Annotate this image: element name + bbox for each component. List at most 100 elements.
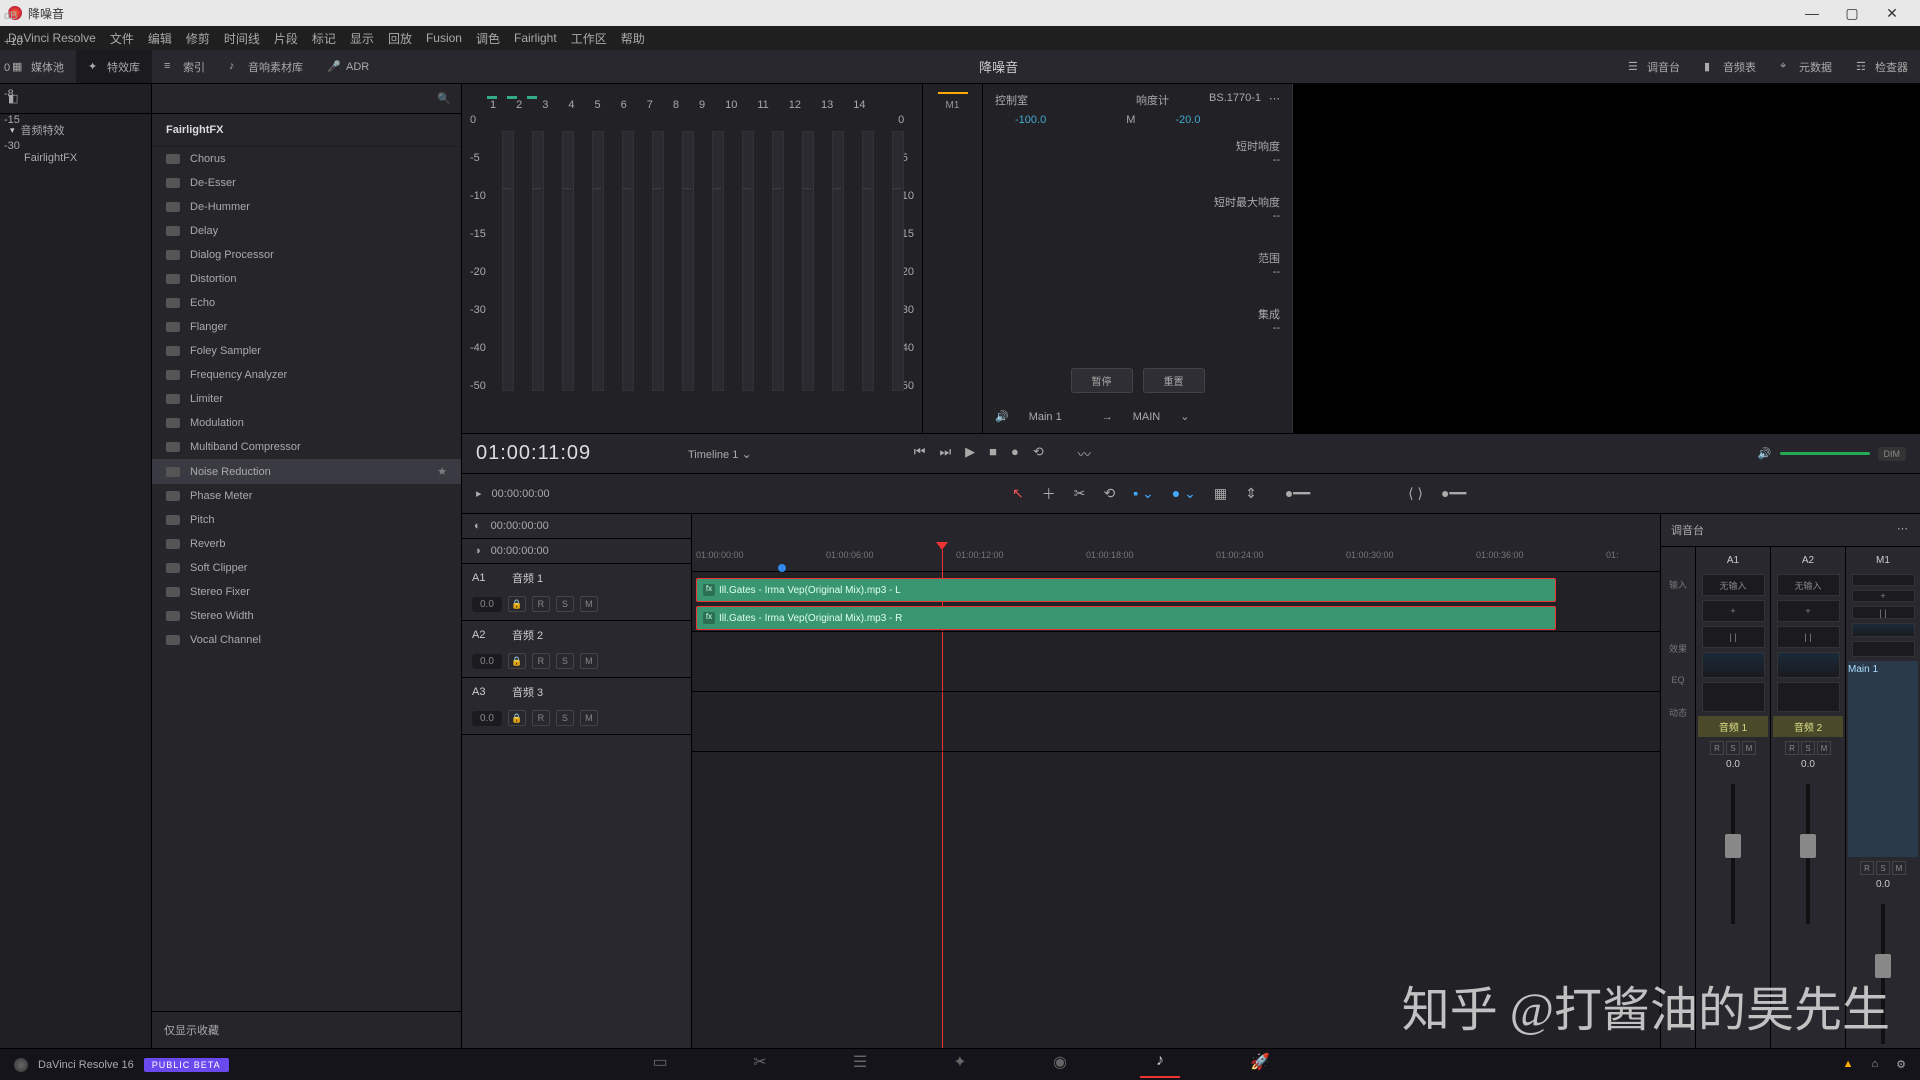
warning-icon[interactable]: ▲	[1843, 1058, 1854, 1071]
fx-item-reverb[interactable]: Reverb	[152, 532, 461, 556]
fader-knob[interactable]	[1725, 834, 1741, 858]
fx-item-chorus[interactable]: Chorus	[152, 147, 461, 171]
minimize-button[interactable]: —	[1792, 5, 1832, 21]
mixer-options-icon[interactable]: ⋯	[1897, 522, 1910, 538]
fast-forward-button[interactable]: ⏭	[939, 444, 951, 463]
menu-fusion[interactable]: Fusion	[426, 31, 462, 45]
fader-knob[interactable]	[1800, 834, 1816, 858]
menu-edit[interactable]: 编辑	[148, 30, 172, 47]
menu-color[interactable]: 调色	[476, 30, 500, 47]
clip-fx-icon[interactable]: fx	[703, 584, 715, 596]
effects-library-button[interactable]: ✦特效库	[76, 50, 152, 83]
effects-search[interactable]: 🔍	[152, 84, 461, 114]
automation-icon[interactable]: 〰	[1078, 444, 1091, 463]
fx-item-foley-sampler[interactable]: Foley Sampler	[152, 339, 461, 363]
close-button[interactable]: ✕	[1872, 5, 1912, 22]
fx-item-dialog-processor[interactable]: Dialog Processor	[152, 243, 461, 267]
metadata-button[interactable]: ⌖元数据	[1768, 59, 1844, 75]
stop-button[interactable]: ■	[989, 444, 997, 463]
fx-item-distortion[interactable]: Distortion	[152, 267, 461, 291]
chevron-down-icon[interactable]: ⌄	[1180, 410, 1189, 423]
monitor-output[interactable]: MAIN	[1133, 411, 1161, 423]
fx-item-modulation[interactable]: Modulation	[152, 411, 461, 435]
speaker-icon[interactable]: 🔊	[995, 410, 1009, 423]
mute-button[interactable]: M	[580, 596, 598, 612]
arm-button[interactable]: R	[532, 710, 550, 726]
add-marker-tool[interactable]: ＋	[1042, 484, 1056, 504]
fx-item-noise-reduction[interactable]: Noise Reduction★	[152, 459, 461, 484]
loop-button[interactable]: ⟲	[1033, 444, 1044, 463]
fx-item-pitch[interactable]: Pitch	[152, 508, 461, 532]
razor-tool[interactable]: ✂	[1074, 485, 1086, 502]
insert-slot2[interactable]: | |	[1777, 626, 1840, 648]
fx-item-echo[interactable]: Echo	[152, 291, 461, 315]
dynamics-slot[interactable]	[1777, 682, 1840, 712]
home-icon[interactable]: ⌂	[1871, 1058, 1878, 1071]
fx-item-de-esser[interactable]: De-Esser	[152, 171, 461, 195]
selection-tool[interactable]: ↖	[1012, 485, 1024, 502]
lock-icon[interactable]: 🔒	[508, 710, 526, 726]
tracks-area[interactable]: 01:00:00:0001:00:06:0001:00:12:0001:00:1…	[692, 514, 1660, 1048]
dynamics-slot[interactable]	[1702, 682, 1765, 712]
page-fusion[interactable]: ✦	[940, 1052, 980, 1078]
menu-clip[interactable]: 片段	[274, 30, 298, 47]
mixer-toggle-button[interactable]: ☰调音台	[1616, 59, 1692, 75]
input-select[interactable]: 无输入	[1777, 574, 1840, 596]
settings-icon[interactable]: ⚙	[1896, 1058, 1906, 1071]
insert-slot[interactable]: +	[1852, 590, 1915, 602]
menu-trim[interactable]: 修剪	[186, 30, 210, 47]
arm-button[interactable]: R	[1785, 741, 1799, 755]
track-lane-A3[interactable]	[692, 692, 1660, 752]
snapping-tool[interactable]: ▦	[1214, 485, 1227, 502]
solo-button[interactable]: S	[1876, 861, 1890, 875]
record-button[interactable]: ●	[1011, 444, 1019, 463]
solo-button[interactable]: S	[1801, 741, 1815, 755]
track-header-A2[interactable]: A2音频 20.0🔒RSM	[462, 621, 691, 678]
inspector-button[interactable]: ☶检查器	[1844, 59, 1920, 75]
track-lane-A1[interactable]: fxIll.Gates - Irma Vep(Original Mix).mp3…	[692, 572, 1660, 632]
solo-button[interactable]: S	[556, 596, 574, 612]
options-icon[interactable]: ⋯	[1269, 92, 1280, 108]
fx-item-stereo-fixer[interactable]: Stereo Fixer	[152, 580, 461, 604]
menu-workspace[interactable]: 工作区	[571, 30, 607, 47]
page-edit[interactable]: ☰	[840, 1052, 880, 1078]
playhead-icon[interactable]	[936, 542, 948, 550]
fx-item-flanger[interactable]: Flanger	[152, 315, 461, 339]
track-gain[interactable]: 0.0	[472, 597, 502, 612]
audio-clip[interactable]: fxIll.Gates - Irma Vep(Original Mix).mp3…	[696, 578, 1556, 602]
volume-icon[interactable]: 🔊	[1758, 447, 1772, 460]
in-point-marker[interactable]	[778, 564, 786, 572]
insert-slot2[interactable]: | |	[1702, 626, 1765, 648]
audio-clip[interactable]: fxIll.Gates - Irma Vep(Original Mix).mp3…	[696, 606, 1556, 630]
dim-button[interactable]: DIM	[1878, 447, 1907, 461]
clip-fx-icon[interactable]: fx	[703, 612, 715, 624]
index-button[interactable]: ≡索引	[152, 50, 217, 83]
insert-slot[interactable]: +	[1702, 600, 1765, 622]
loudness-standard[interactable]: BS.1770-1	[1209, 92, 1261, 108]
flag-2[interactable]: ● ⌄	[1172, 485, 1196, 502]
arm-button[interactable]: R	[1860, 861, 1874, 875]
fx-item-multiband-compressor[interactable]: Multiband Compressor	[152, 435, 461, 459]
page-cut[interactable]: ✂	[740, 1052, 780, 1078]
insert-slot2[interactable]: | |	[1852, 606, 1915, 618]
rewind-button[interactable]: ⏮	[914, 444, 926, 463]
adr-button[interactable]: 🎤ADR	[315, 50, 381, 83]
fx-item-stereo-width[interactable]: Stereo Width	[152, 604, 461, 628]
scroll-tool[interactable]: ⇕	[1245, 485, 1257, 502]
solo-button[interactable]: S	[1726, 741, 1740, 755]
page-deliver[interactable]: 🚀	[1240, 1052, 1280, 1078]
solo-button[interactable]: S	[556, 653, 574, 669]
meters-toggle-button[interactable]: ▮音频表	[1692, 59, 1768, 75]
video-viewer[interactable]	[1292, 84, 1920, 433]
track-header-A3[interactable]: A3音频 30.0🔒RSM	[462, 678, 691, 735]
mute-button[interactable]: M	[1817, 741, 1831, 755]
eq-slot[interactable]	[1702, 652, 1765, 678]
menu-playback[interactable]: 回放	[388, 30, 412, 47]
fader[interactable]	[1731, 784, 1735, 924]
dynamics-slot[interactable]	[1852, 641, 1915, 657]
time-ruler[interactable]: 01:00:00:0001:00:06:0001:00:12:0001:00:1…	[692, 514, 1660, 572]
menu-view[interactable]: 显示	[350, 30, 374, 47]
show-favorites-toggle[interactable]: 仅显示收藏	[152, 1011, 461, 1048]
fx-item-phase-meter[interactable]: Phase Meter	[152, 484, 461, 508]
eq-slot[interactable]	[1777, 652, 1840, 678]
